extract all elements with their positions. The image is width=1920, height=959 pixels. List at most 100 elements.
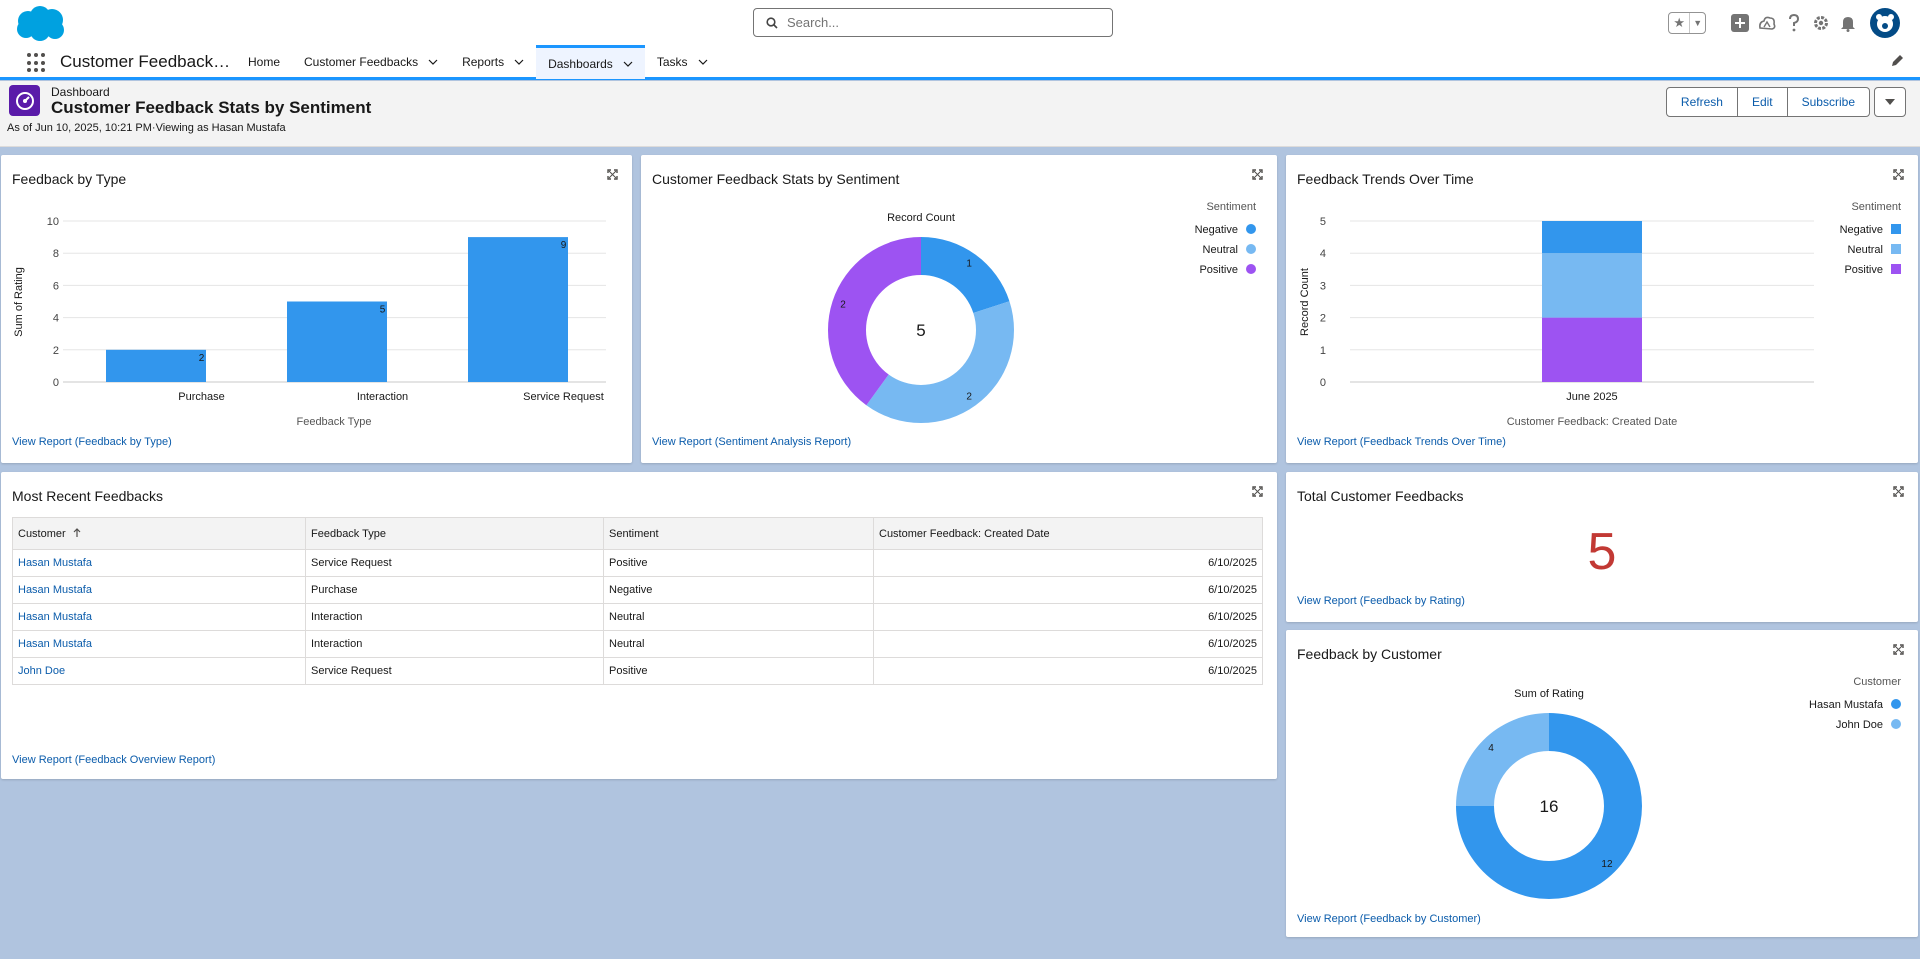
card-title: Total Customer Feedbacks [1297, 488, 1464, 504]
search-placeholder: Search... [787, 15, 840, 30]
refresh-button[interactable]: Refresh [1665, 87, 1738, 117]
expand-icon[interactable] [1893, 485, 1904, 500]
table-cell: 6/10/2025 [873, 549, 1263, 577]
x-tick-label: Purchase [178, 391, 224, 403]
customer-link[interactable]: Hasan Mustafa [18, 638, 92, 650]
table-cell-customer[interactable]: Hasan Mustafa [12, 603, 306, 631]
y-tick-label: 2 [1320, 313, 1326, 325]
recent-feedbacks-table: Customer Feedback Type Sentiment Custome… [12, 517, 1263, 685]
chevron-down-icon[interactable] [514, 59, 524, 65]
legend-swatch [1891, 264, 1901, 274]
legend-label: Hasan Mustafa [1809, 699, 1884, 711]
nav-item-label: Reports [462, 55, 505, 69]
global-search-input[interactable]: Search... [753, 8, 1113, 37]
y-axis-title: Record Count [1299, 268, 1311, 336]
slice-label: 1 [966, 259, 972, 270]
card-feedback-by-type: Feedback by Type 0 2 4 6 8 10 2 Purchase 5 Intera… [1, 155, 632, 463]
x-axis-title: Customer Feedback: Created Date [1507, 416, 1678, 428]
nav-item-home[interactable]: Home [236, 46, 292, 78]
legend-swatch [1246, 244, 1256, 254]
expand-icon[interactable] [1252, 485, 1263, 500]
table-cell-customer[interactable]: Hasan Mustafa [12, 576, 306, 604]
edit-button[interactable]: Edit [1736, 87, 1788, 117]
y-axis-title: Sum of Rating [13, 267, 25, 337]
nav-item-reports[interactable]: Reports [450, 46, 536, 78]
legend-label: Neutral [1848, 244, 1883, 256]
chevron-down-icon[interactable] [698, 59, 708, 65]
salesforce-logo[interactable] [12, 5, 68, 43]
view-report-link[interactable]: View Report (Feedback by Type) [12, 436, 172, 448]
dashboard-meta: As of Jun 10, 2025, 10:21 PM·Viewing as … [7, 122, 286, 134]
table-cell: 6/10/2025 [873, 630, 1263, 658]
donut-total: 5 [916, 321, 925, 340]
x-tick-label: Service Request [523, 391, 604, 403]
customer-link[interactable]: John Doe [18, 665, 65, 677]
table-cell: Interaction [305, 603, 604, 631]
legend-swatch [1891, 244, 1901, 254]
view-report-link[interactable]: View Report (Feedback Overview Report) [12, 754, 215, 766]
data-label: 2 [199, 353, 205, 364]
view-report-link[interactable]: View Report (Feedback by Customer) [1297, 913, 1481, 925]
y-tick-label: 4 [53, 313, 59, 325]
table-cell-customer[interactable]: John Doe [12, 657, 306, 685]
subscribe-button[interactable]: Subscribe [1786, 87, 1870, 117]
chevron-down-icon[interactable] [428, 59, 438, 65]
chevron-down-icon[interactable] [623, 61, 633, 67]
table-cell: Neutral [603, 630, 874, 658]
global-add-icon[interactable] [1726, 9, 1753, 37]
table-cell-customer[interactable]: Hasan Mustafa [12, 630, 306, 658]
nav-item-dashboards[interactable]: Dashboards [536, 45, 645, 79]
customer-link[interactable]: Hasan Mustafa [18, 557, 92, 569]
sort-ascending-icon[interactable] [73, 527, 81, 537]
legend-swatch [1891, 719, 1901, 729]
nav-item-tasks[interactable]: Tasks [645, 46, 720, 78]
card-sentiment-stats: Customer Feedback Stats by Sentiment 122… [641, 155, 1277, 463]
column-header-created-date[interactable]: Customer Feedback: Created Date [873, 517, 1263, 550]
trailhead-icon[interactable] [1753, 9, 1780, 37]
card-total-customer-feedbacks: Total Customer Feedbacks 5 View Report (… [1286, 472, 1918, 622]
caret-down-icon[interactable]: ▼ [1690, 13, 1705, 33]
setup-gear-icon[interactable] [1807, 9, 1834, 37]
app-nav-bar: Customer Feedback… Home Customer Feedbac… [0, 45, 1920, 80]
legend-label: Negative [1840, 224, 1883, 236]
table-cell: Neutral [603, 603, 874, 631]
feedback-by-customer-chart: 12 4 16 Sum of Rating Customer Hasan Mustafa J… [1456, 676, 1901, 899]
x-tick-label: Interaction [357, 391, 408, 403]
table-cell: Service Request [305, 657, 604, 685]
slice-label: 4 [1488, 743, 1494, 754]
favorites-star-icon[interactable]: ★ [1669, 13, 1691, 33]
legend-swatch [1891, 224, 1901, 234]
nav-item-label: Customer Feedbacks [304, 55, 419, 69]
view-report-link[interactable]: View Report (Sentiment Analysis Report) [652, 436, 851, 448]
column-header-customer[interactable]: Customer [12, 517, 306, 550]
y-tick-label: 3 [1320, 280, 1326, 292]
app-launcher-icon[interactable] [27, 53, 47, 73]
help-icon[interactable] [1780, 9, 1807, 37]
slice-label: 2 [840, 300, 846, 311]
notifications-bell-icon[interactable] [1834, 9, 1861, 37]
more-actions-button[interactable] [1874, 87, 1906, 117]
view-report-link[interactable]: View Report (Feedback Trends Over Time) [1297, 436, 1506, 448]
y-tick-label: 5 [1320, 216, 1326, 228]
y-tick-label: 6 [53, 280, 59, 292]
user-avatar[interactable] [1870, 8, 1900, 38]
header-icons: ★ ▼ [1668, 8, 1900, 38]
dashboard-gauge-icon [9, 85, 40, 116]
legend-swatch [1246, 224, 1256, 234]
slice-label: 12 [1601, 859, 1613, 870]
card-feedback-trends: Feedback Trends Over Time 0 1 2 3 4 5 June 202… [1286, 155, 1918, 463]
view-report-link[interactable]: View Report (Feedback by Rating) [1297, 595, 1465, 607]
card-most-recent-feedbacks: Most Recent Feedbacks Customer Feedback … [1, 472, 1277, 779]
table-cell-customer[interactable]: Hasan Mustafa [12, 549, 306, 577]
caret-down-icon [1885, 99, 1895, 105]
donut-slice [828, 237, 921, 406]
nav-item-customer-feedbacks[interactable]: Customer Feedbacks [292, 46, 450, 78]
column-header-sentiment[interactable]: Sentiment [603, 517, 874, 550]
customer-link[interactable]: Hasan Mustafa [18, 584, 92, 596]
favorites-group[interactable]: ★ ▼ [1668, 12, 1706, 34]
edit-nav-pencil-icon[interactable] [1891, 54, 1904, 70]
customer-link[interactable]: Hasan Mustafa [18, 611, 92, 623]
column-header-feedback-type[interactable]: Feedback Type [305, 517, 604, 550]
y-tick-label: 4 [1320, 248, 1326, 260]
nav-items: Home Customer Feedbacks Reports Dashboar… [236, 45, 720, 79]
